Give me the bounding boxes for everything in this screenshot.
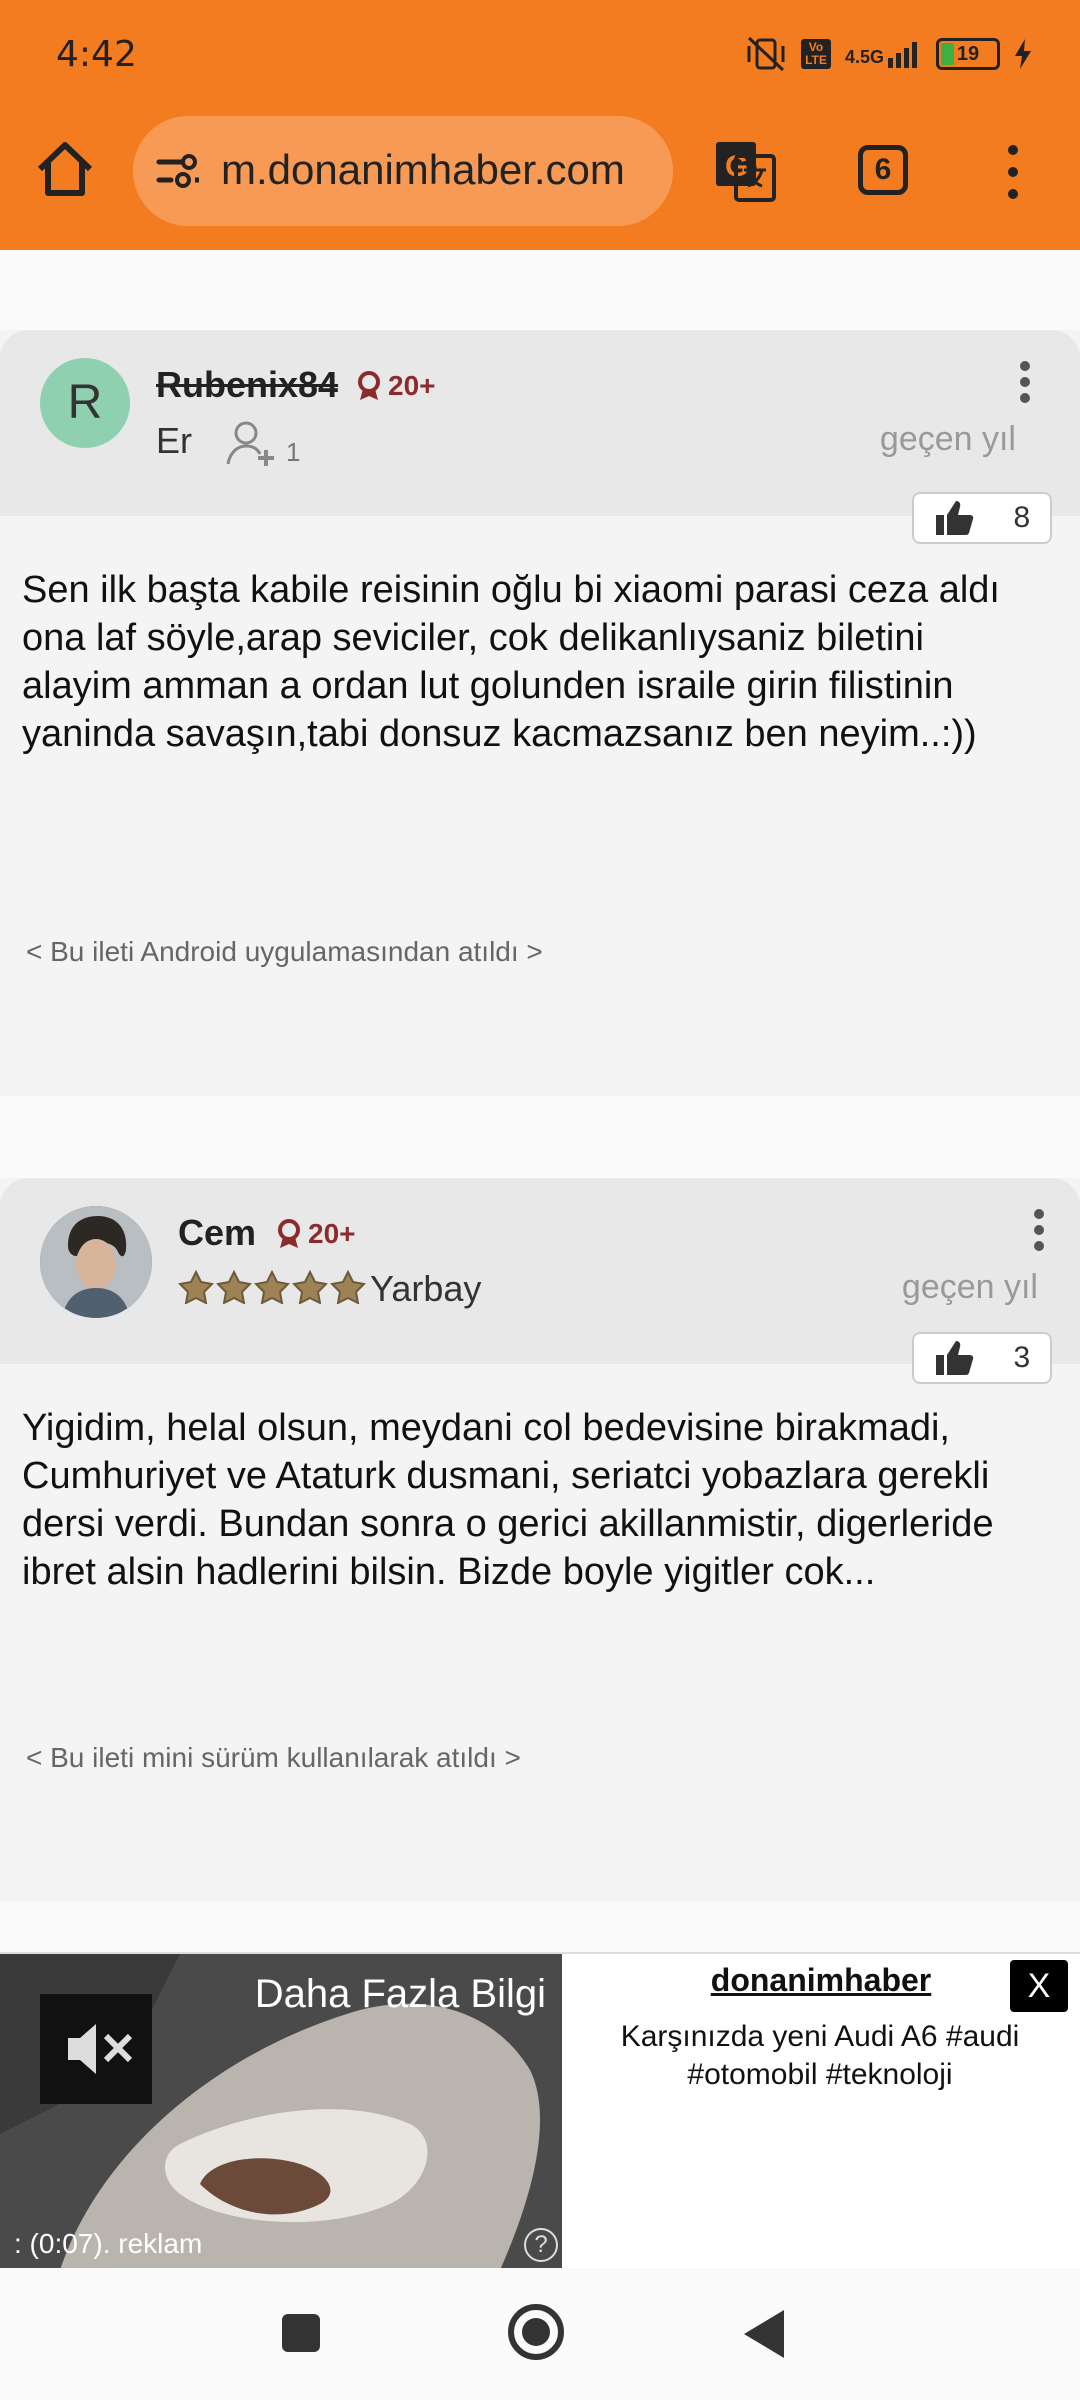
status-icons: Vo LTE 4.5G 19 bbox=[745, 34, 1032, 74]
post-time: geçen yıl bbox=[879, 420, 1016, 458]
add-friend-icon bbox=[226, 421, 274, 466]
charging-icon bbox=[1015, 39, 1031, 69]
user-badge: 20+ bbox=[276, 1218, 356, 1250]
back-button[interactable] bbox=[744, 2310, 784, 2358]
translate-icon[interactable]: G bbox=[712, 138, 778, 204]
home-button[interactable] bbox=[508, 2304, 564, 2360]
post-options-icon[interactable] bbox=[1032, 1208, 1046, 1252]
rank-stars bbox=[178, 1270, 366, 1304]
ad-description: Karşınızda yeni Audi A6 #audi #otomobil … bbox=[620, 2020, 1020, 2091]
site-settings-icon[interactable] bbox=[153, 146, 203, 196]
post-header: R Rubenix84 20+ Er 1 geçen yıl bbox=[0, 330, 1080, 516]
post-signature: < Bu ileti Android uygulamasından atıldı… bbox=[26, 936, 543, 967]
ad-timer: : (0:07). reklam bbox=[14, 2228, 203, 2259]
like-button[interactable]: 3 bbox=[912, 1332, 1052, 1384]
post-body: Yigidim, helal olsun, meydani col bedevi… bbox=[22, 1407, 994, 1593]
tab-switcher-button[interactable]: 6 bbox=[858, 145, 908, 195]
ad-more-info[interactable]: Daha Fazla Bilgi bbox=[255, 1972, 546, 2017]
star-icon bbox=[254, 1270, 290, 1304]
post-signature: < Bu ileti mini sürüm kullanılarak atıld… bbox=[26, 1742, 521, 1773]
thumbs-up-icon bbox=[935, 1341, 974, 1375]
like-count: 8 bbox=[1013, 501, 1031, 534]
forum-post: Cem 20+ Yarbay geçen yıl 3 Yigidim, hela… bbox=[0, 1178, 1080, 1902]
network-type: 4.5G bbox=[845, 40, 922, 68]
system-nav-bar bbox=[0, 2268, 1080, 2400]
thumbs-up-icon bbox=[935, 501, 974, 535]
battery-icon: 19 bbox=[936, 38, 1000, 70]
signal-icon bbox=[888, 42, 917, 68]
user-rank: Er bbox=[156, 420, 192, 461]
more-menu-icon[interactable] bbox=[998, 140, 1028, 204]
vibrate-mute-icon bbox=[747, 36, 785, 72]
like-button[interactable]: 8 bbox=[912, 492, 1052, 544]
status-time: 4:42 bbox=[56, 34, 137, 75]
avatar-photo bbox=[40, 1206, 152, 1318]
post-body: Sen ilk başta kabile reisinin oğlu bi xi… bbox=[22, 569, 1000, 755]
mute-button[interactable] bbox=[40, 1994, 152, 2104]
award-icon bbox=[358, 371, 380, 400]
home-icon[interactable] bbox=[30, 135, 100, 205]
username[interactable]: Rubenix84 bbox=[156, 364, 338, 406]
mute-icon bbox=[68, 2024, 133, 2074]
avatar[interactable] bbox=[40, 1206, 152, 1318]
avatar[interactable]: R bbox=[40, 358, 130, 448]
ad-banner[interactable]: Daha Fazla Bilgi : (0:07). reklam ? dona… bbox=[0, 1952, 1080, 2270]
ad-help-icon[interactable]: ? bbox=[524, 2228, 558, 2262]
user-badge: 20+ bbox=[356, 370, 436, 402]
post-time: geçen yıl bbox=[901, 1268, 1038, 1306]
ad-close-button[interactable]: X bbox=[1010, 1960, 1068, 2012]
forum-post: R Rubenix84 20+ Er 1 geçen yıl 8 Sen ilk… bbox=[0, 330, 1080, 1096]
star-icon bbox=[178, 1270, 214, 1304]
browser-top-bar: 4:42 Vo LTE 4.5G 19 m.donanimhaber.com G… bbox=[0, 0, 1080, 250]
follow-button[interactable]: 1 bbox=[226, 420, 300, 468]
award-icon bbox=[278, 1219, 300, 1248]
url-text[interactable]: m.donanimhaber.com bbox=[221, 146, 625, 194]
ad-video[interactable]: Daha Fazla Bilgi : (0:07). reklam ? bbox=[0, 1954, 562, 2270]
star-icon bbox=[292, 1270, 328, 1304]
follow-count: 1 bbox=[286, 437, 301, 467]
username[interactable]: Cem bbox=[178, 1212, 256, 1254]
star-icon bbox=[330, 1270, 366, 1304]
star-icon bbox=[216, 1270, 252, 1304]
address-bar[interactable]: m.donanimhaber.com bbox=[133, 116, 673, 226]
volte-icon: Vo LTE bbox=[800, 39, 831, 69]
user-rank: Yarbay bbox=[370, 1268, 482, 1309]
ad-brand-link[interactable]: donanimhaber bbox=[562, 1962, 1080, 1999]
recents-button[interactable] bbox=[282, 2314, 320, 2352]
like-count: 3 bbox=[1013, 1341, 1031, 1374]
post-options-icon[interactable] bbox=[1018, 360, 1032, 404]
